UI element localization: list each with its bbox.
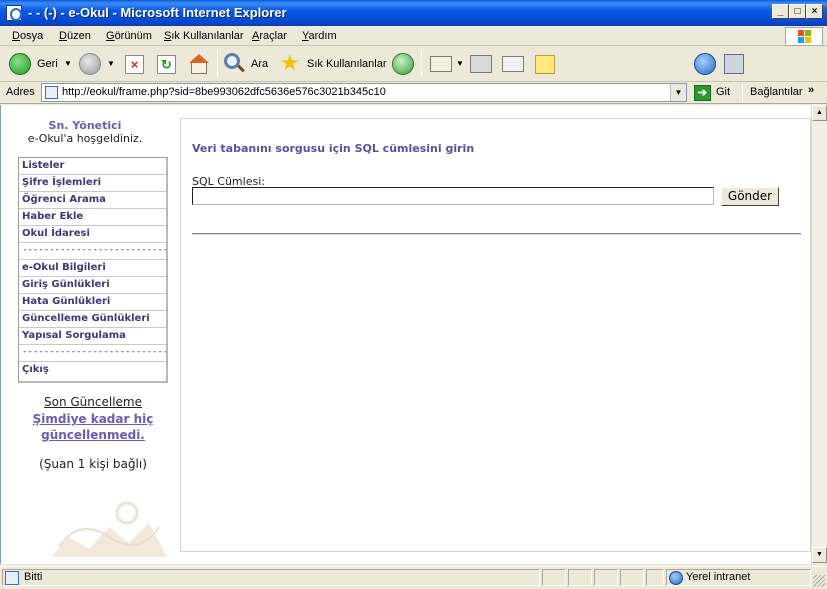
sidebar-separator: ----------------------------- [19, 243, 166, 260]
window-title: - - (-) - e-Okul - Microsoft Internet Ex… [28, 5, 287, 20]
address-bar: Adres http://eokul/frame.php?sid=8be9930… [0, 82, 827, 104]
ie-icon [6, 5, 22, 21]
status-bar: Bitti Yerel intranet [0, 566, 827, 589]
resize-grip-icon[interactable] [813, 575, 825, 587]
windows-flag-icon [798, 30, 812, 44]
address-url: http://eokul/frame.php?sid=8be993062dfc5… [62, 86, 386, 98]
sidebar-item-login-logs[interactable]: Giriş Günlükleri [19, 277, 166, 294]
research-icon[interactable] [724, 54, 744, 74]
back-button[interactable]: Geri [37, 58, 58, 70]
address-input[interactable]: http://eokul/frame.php?sid=8be993062dfc5… [41, 83, 687, 102]
stop-icon[interactable]: × [125, 55, 144, 74]
online-users-text: (Şuan 1 kişi bağlı) [39, 457, 147, 471]
maximize-button[interactable]: □ [789, 4, 806, 19]
divider [192, 233, 801, 235]
favorites-star-icon[interactable]: ★ [280, 52, 300, 74]
page-viewport: Sn. Yönetici e-Okul'a hoşgeldiniz. Liste… [0, 105, 811, 564]
print-icon[interactable] [470, 55, 492, 73]
search-button[interactable]: Ara [251, 58, 268, 70]
menu-file[interactable]: Dosya [12, 30, 43, 42]
back-dropdown-icon[interactable]: ▼ [64, 59, 72, 68]
last-update-link[interactable]: Şimdiye kadar hiç güncellenmedi. [19, 411, 167, 443]
greeting-title: Sn. Yönetici [48, 119, 122, 132]
sidebar-item-structural-query[interactable]: Yapısal Sorgulama [19, 328, 166, 345]
sql-input[interactable] [192, 187, 714, 205]
scroll-up-icon[interactable]: ▲ [812, 105, 827, 121]
close-button[interactable]: × [806, 4, 823, 19]
sidebar-item-update-logs[interactable]: Güncelleme Günlükleri [19, 311, 166, 328]
refresh-icon[interactable]: ↻ [157, 55, 176, 74]
sidebar-item-logout[interactable]: Çıkış [19, 362, 166, 379]
sidebar-item-password[interactable]: Şifre İşlemleri [19, 175, 166, 192]
menu-bar: Dosya Düzen Görünüm Sık Kullanılanlar Ar… [0, 26, 827, 46]
back-arrow-icon[interactable] [9, 53, 31, 75]
menu-favorites[interactable]: Sık Kullanılanlar [164, 30, 244, 42]
menu-help[interactable]: Yardım [302, 30, 337, 42]
messenger-note-icon[interactable] [535, 55, 555, 74]
mail-icon[interactable] [430, 56, 452, 72]
windows-logo-box [785, 27, 823, 46]
media-globe-icon[interactable] [694, 53, 716, 75]
sidebar-separator: ----------------------------- [19, 345, 166, 362]
scroll-down-icon[interactable]: ▼ [812, 547, 827, 563]
sidebar-item-student-search[interactable]: Öğrenci Arama [19, 192, 166, 209]
window-title-bar[interactable]: - - (-) - e-Okul - Microsoft Internet Ex… [0, 0, 827, 26]
links-chevron-icon[interactable]: » [808, 84, 814, 96]
send-button[interactable]: Gönder [721, 187, 779, 206]
sidebar-menu: Listeler Şifre İşlemleri Öğrenci Arama H… [18, 157, 168, 383]
favorites-button[interactable]: Sık Kullanılanlar [307, 58, 387, 70]
sidebar-item-error-logs[interactable]: Hata Günlükleri [19, 294, 166, 311]
go-arrow-icon[interactable]: ➔ [694, 85, 711, 101]
address-dropdown-icon[interactable]: ▼ [670, 84, 686, 101]
menu-tools[interactable]: Araçlar [252, 30, 287, 42]
forward-arrow-icon[interactable] [79, 53, 101, 75]
intranet-zone-icon [669, 571, 683, 585]
links-button[interactable]: Bağlantılar [750, 86, 803, 98]
main-panel: Veri tabanını sorgusu için SQL cümlesini… [180, 118, 811, 552]
home-icon[interactable] [188, 53, 210, 75]
security-zone-text: Yerel intranet [686, 571, 751, 583]
sidebar-item-add-news[interactable]: Haber Ekle [19, 209, 166, 226]
sidebar-item-eokul-info[interactable]: e-Okul Bilgileri [19, 260, 166, 277]
edit-page-icon[interactable] [502, 56, 524, 72]
school-watermark-icon [51, 501, 167, 557]
address-label: Adres [6, 86, 35, 98]
menu-edit[interactable]: Düzen [59, 30, 91, 42]
menu-view[interactable]: Görünüm [106, 30, 152, 42]
minimize-button[interactable]: _ [772, 4, 789, 19]
standard-toolbar: Geri ▼ ▼ × ↻ Ara ★ Sık Kullanılanlar ▼ [0, 46, 827, 82]
history-icon[interactable] [392, 53, 414, 75]
last-update-title: Son Güncelleme [44, 395, 142, 409]
go-button[interactable]: Git [716, 86, 730, 98]
sidebar-item-school-admin[interactable]: Okul İdaresi [19, 226, 166, 243]
sidebar-item-lists[interactable]: Listeler [19, 158, 166, 175]
page-title: Veri tabanını sorgusu için SQL cümlesini… [192, 142, 475, 155]
vertical-scrollbar[interactable]: ▲ ▼ [811, 105, 827, 564]
mail-dropdown-icon[interactable]: ▼ [456, 59, 464, 68]
page-icon [45, 86, 58, 99]
left-frame: Sn. Yönetici e-Okul'a hoşgeldiniz. Liste… [1, 105, 169, 564]
greeting-text: e-Okul'a hoşgeldiniz. [27, 132, 143, 145]
forward-dropdown-icon[interactable]: ▼ [107, 59, 115, 68]
